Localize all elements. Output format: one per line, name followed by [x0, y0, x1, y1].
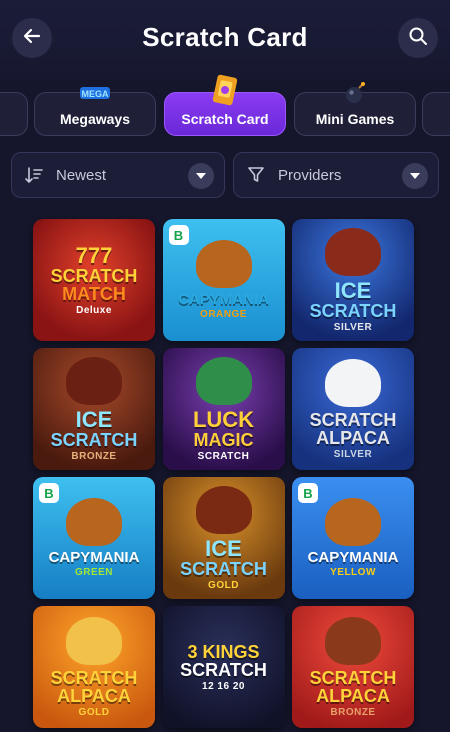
game-character-art — [195, 485, 252, 534]
game-title-line2: SCRATCH — [309, 300, 397, 321]
game-card[interactable]: ICE SCRATCH SILVER — [292, 219, 414, 341]
sort-select[interactable]: Newest — [11, 152, 225, 198]
game-title-line2: MAGIC — [193, 429, 254, 450]
svg-text:MEGA: MEGA — [82, 89, 110, 99]
providers-label: Providers — [278, 166, 342, 184]
game-title-variant: 12 16 20 — [202, 680, 245, 692]
sort-label: Newest — [56, 166, 107, 184]
game-title-variant: BRONZE — [330, 706, 376, 718]
game-title-line1: ICE — [205, 535, 242, 561]
game-title-line2: ALPACA — [57, 685, 131, 706]
provider-badge: B — [39, 483, 59, 503]
game-character-art — [325, 358, 381, 407]
game-title-variant: GOLD — [208, 579, 239, 591]
game-title-variant: BRONZE — [71, 450, 117, 462]
tab-label: Mini Games — [315, 111, 395, 127]
game-card[interactable]: SCRATCH ALPACA BRONZE — [292, 606, 414, 728]
game-title-line2: SCRATCH — [50, 429, 138, 450]
game-title-line1: ICE — [334, 277, 372, 303]
scratch-card-icon — [210, 73, 240, 112]
game-card[interactable]: 3 KINGS SCRATCH 12 16 20 — [162, 606, 285, 728]
game-card[interactable]: SCRATCH ALPACA SILVER — [292, 348, 414, 470]
search-button[interactable] — [398, 18, 438, 58]
game-title-variant: SILVER — [333, 448, 373, 460]
game-title-line1: SCRATCH — [50, 265, 138, 286]
game-card[interactable]: B CAPYMANIA ORANGE — [162, 219, 285, 341]
tab-label: Megaways — [59, 111, 131, 127]
game-card[interactable]: ICE SCRATCH GOLD — [162, 477, 285, 599]
funnel-icon — [246, 165, 266, 185]
game-title-variant: GREEN — [74, 567, 114, 578]
game-title-line2: CAPYMANIA — [48, 549, 140, 566]
game-title-variant: ORANGE — [200, 309, 247, 320]
chevron-down-icon — [402, 163, 428, 189]
game-title-line2: SCRATCH — [180, 659, 267, 680]
game-title-line2: CAPYMANIA — [178, 291, 269, 308]
sort-descending-icon — [24, 165, 44, 185]
game-character-art — [66, 356, 122, 405]
game-card[interactable]: B CAPYMANIA YELLOW — [292, 477, 414, 599]
game-title-line2: ALPACA — [316, 685, 390, 706]
game-character-art — [195, 240, 252, 288]
provider-badge: B — [168, 225, 189, 245]
megaways-icon: MEGA — [78, 81, 112, 106]
providers-select[interactable]: Providers — [233, 152, 439, 198]
game-title-variant: Deluxe — [76, 304, 112, 316]
tab-megaways[interactable]: MEGA Megaways — [34, 87, 156, 136]
game-character-art — [66, 498, 122, 546]
game-title-line1: SCRATCH — [309, 667, 397, 688]
game-card[interactable]: ICE SCRATCH BRONZE — [33, 348, 155, 470]
tab-label: Scratch Card — [181, 111, 269, 127]
game-character-art — [325, 498, 381, 546]
game-title-top: 777 — [75, 242, 113, 268]
game-title-line2: SCRATCH — [180, 558, 267, 579]
game-title-line1: 3 KINGS — [187, 641, 260, 662]
tab-mini-games[interactable]: Mini Games — [294, 82, 416, 136]
game-title-line1: ICE — [75, 406, 113, 432]
category-tabs: MEGA Megaways Scratch Card Mini Games — [0, 74, 450, 140]
game-title-line2: ALPACA — [316, 427, 390, 448]
tab-scratch-card[interactable]: Scratch Card — [164, 74, 286, 136]
game-title-line1: LUCK — [192, 406, 255, 432]
game-character-art — [325, 227, 381, 276]
search-icon — [408, 26, 428, 51]
game-title-line1: SCRATCH — [309, 409, 397, 430]
game-title-variant: YELLOW — [330, 567, 376, 578]
game-card[interactable]: 777 SCRATCH MATCH Deluxe — [33, 219, 155, 341]
provider-badge: B — [298, 483, 318, 503]
tab-previous[interactable] — [0, 92, 28, 136]
chevron-down-icon — [188, 163, 214, 189]
game-title-line2: CAPYMANIA — [307, 549, 399, 566]
game-title-line2: MATCH — [62, 283, 126, 304]
game-character-art — [66, 616, 122, 665]
game-title-variant: SCRATCH — [197, 450, 250, 462]
game-title-variant: SILVER — [333, 321, 373, 333]
header: Scratch Card — [0, 0, 450, 80]
game-title-line1: SCRATCH — [50, 667, 138, 688]
game-card[interactable]: SCRATCH ALPACA GOLD — [33, 606, 155, 728]
game-title-variant: GOLD — [78, 706, 110, 718]
game-card[interactable]: LUCK MAGIC SCRATCH — [162, 348, 285, 470]
tab-next[interactable] — [422, 92, 450, 136]
game-character-art — [195, 356, 252, 405]
page-title: Scratch Card — [142, 22, 308, 52]
game-card[interactable]: B CAPYMANIA GREEN — [33, 477, 155, 599]
bomb-icon — [343, 81, 367, 108]
filter-bar: Newest Providers — [0, 152, 450, 200]
game-character-art — [325, 616, 381, 665]
